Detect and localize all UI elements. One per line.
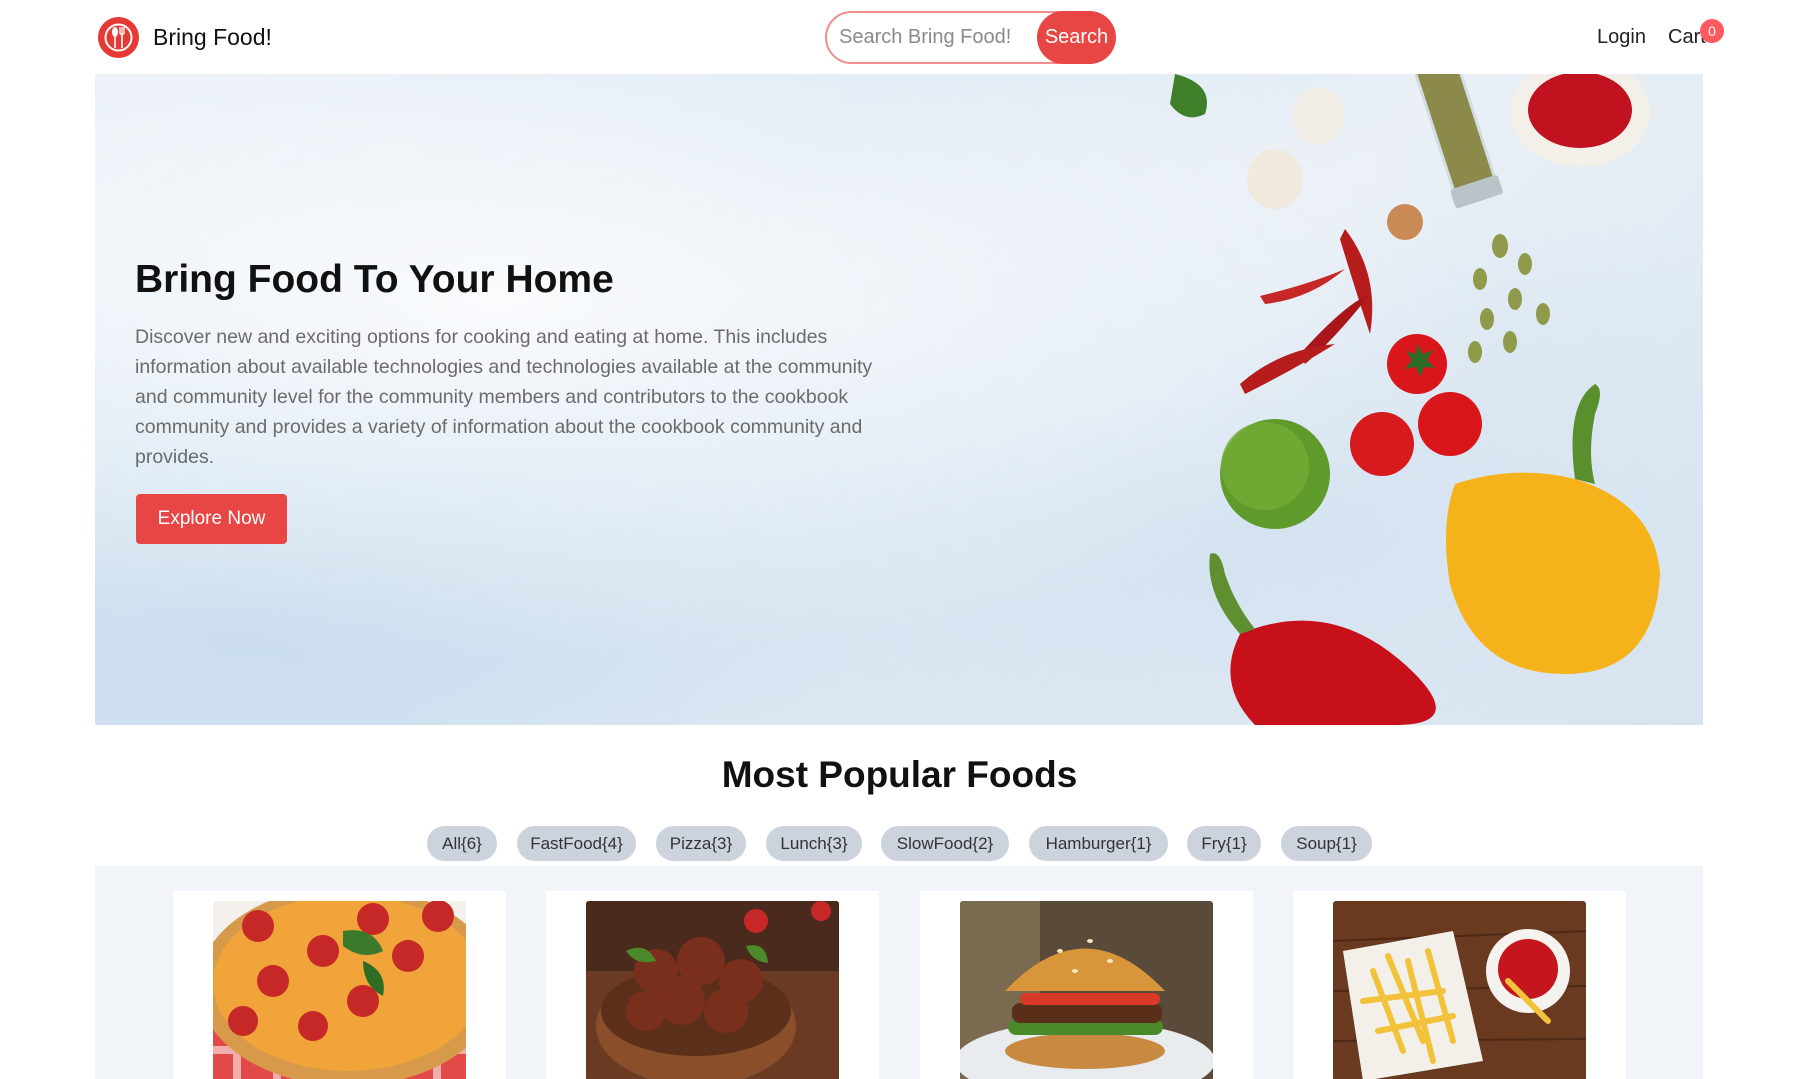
filter-chip-fry[interactable]: Fry{1} xyxy=(1187,826,1261,861)
filter-chip-hamburger[interactable]: Hamburger{1} xyxy=(1029,826,1168,861)
filter-chip-slowfood[interactable]: SlowFood{2} xyxy=(881,826,1009,861)
hero-banner: Bring Food To Your Home Discover new and… xyxy=(95,74,1703,725)
fries-icon[interactable] xyxy=(1333,901,1586,1079)
filter-chip-fastfood[interactable]: FastFood{4} xyxy=(517,826,636,861)
search-form: Search xyxy=(825,11,1116,64)
product-grid xyxy=(95,866,1703,1079)
filter-chip-lunch[interactable]: Lunch{3} xyxy=(766,826,862,861)
product-card[interactable] xyxy=(920,891,1253,1079)
search-input[interactable] xyxy=(837,13,1037,62)
search-button[interactable]: Search xyxy=(1037,11,1116,64)
filter-chip-all[interactable]: All{6} xyxy=(427,826,497,861)
meatballs-icon[interactable] xyxy=(586,901,839,1079)
hero-description: Discover new and exciting options for co… xyxy=(135,326,873,468)
section-title: Most Popular Foods xyxy=(721,754,1078,795)
product-card[interactable] xyxy=(173,891,506,1079)
cart-count-badge: 0 xyxy=(1700,19,1724,43)
filter-chip-soup[interactable]: Soup{1} xyxy=(1281,826,1372,861)
product-card[interactable] xyxy=(1293,891,1626,1079)
hero-title: Bring Food To Your Home xyxy=(135,258,614,301)
filter-chip-pizza[interactable]: Pizza{3} xyxy=(656,826,746,861)
login-link[interactable]: Login xyxy=(1597,26,1646,49)
pizza-icon[interactable] xyxy=(213,901,466,1079)
navbar: Bring Food! Search Login Cart 0 xyxy=(0,0,1799,74)
brand-link[interactable]: Bring Food! xyxy=(98,17,272,58)
explore-now-button[interactable]: Explore Now xyxy=(136,494,287,544)
product-card[interactable] xyxy=(546,891,879,1079)
burger-icon[interactable] xyxy=(960,901,1213,1079)
brand-name: Bring Food! xyxy=(153,24,272,50)
category-filters: All{6} FastFood{4} Pizza{3} Lunch{3} Slo… xyxy=(0,826,1799,862)
fork-spoon-icon xyxy=(98,17,139,58)
